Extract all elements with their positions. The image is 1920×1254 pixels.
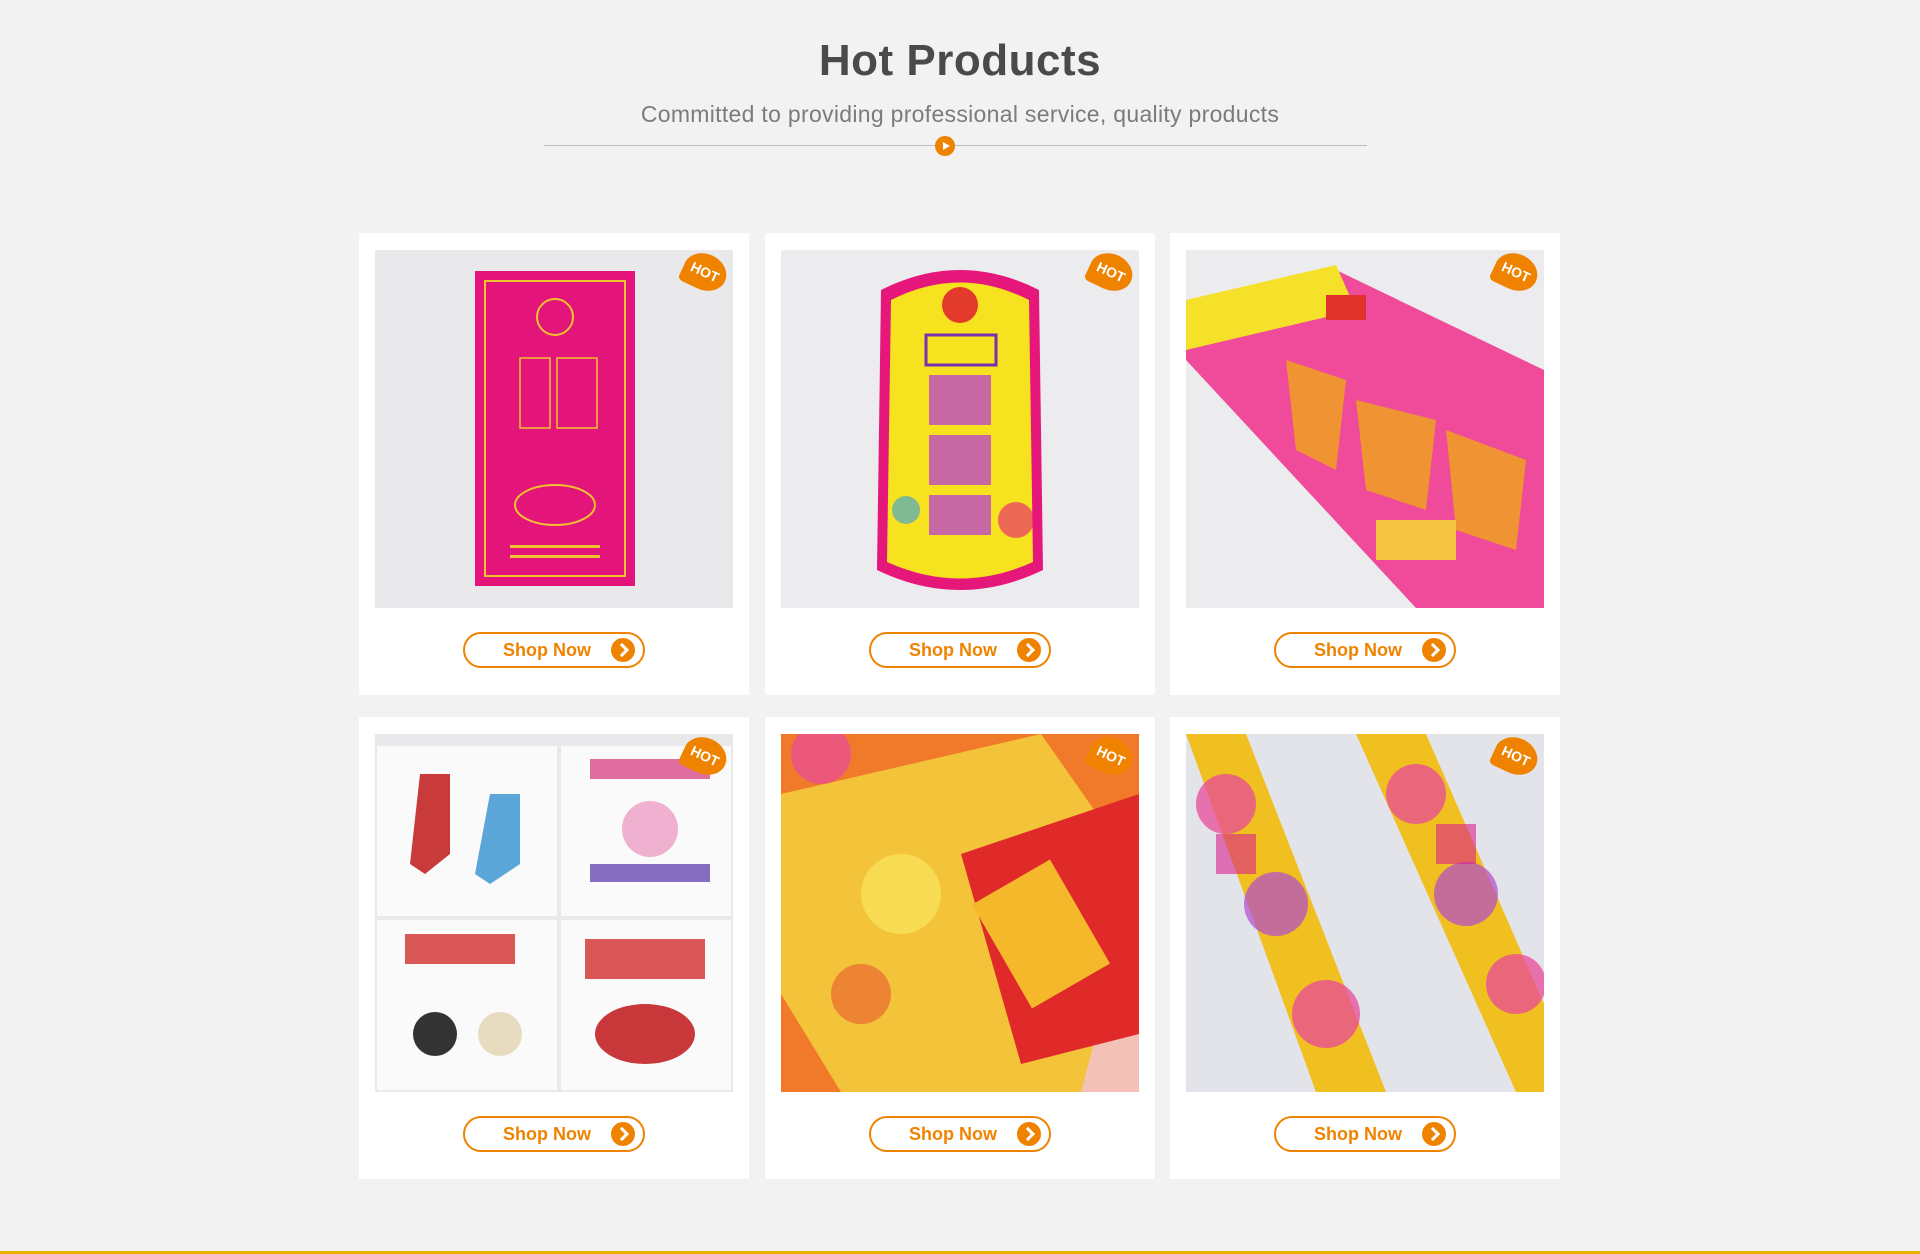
product-image[interactable]: HOT [781,734,1139,1092]
chevron-right-icon [1422,638,1446,662]
section-subtitle: Committed to providing professional serv… [640,101,1280,127]
chevron-right-icon [1017,1122,1041,1146]
shop-now-label: Shop Now [1314,640,1402,660]
shop-now-button[interactable]: Shop Now [463,632,645,668]
chevron-right-icon [611,1122,635,1146]
product-image[interactable]: HOT [1186,734,1544,1092]
chevron-right-icon [1422,1122,1446,1146]
product-image[interactable]: HOT [375,734,733,1092]
shop-now-button[interactable]: Shop Now [869,1116,1051,1152]
shop-now-button[interactable]: Shop Now [1274,632,1456,668]
chevron-right-icon [1017,638,1041,662]
title-divider [544,145,1367,146]
product-card[interactable]: HOT Shop Now [1170,717,1560,1179]
product-image[interactable]: HOT [1186,250,1544,608]
product-card[interactable]: HOT Shop Now [359,233,749,695]
shop-now-label: Shop Now [503,640,591,660]
product-image[interactable]: HOT [375,250,733,608]
play-arrow-icon [935,136,955,156]
shop-now-label: Shop Now [909,640,997,660]
shop-now-button[interactable]: Shop Now [869,632,1051,668]
product-card[interactable]: HOT Shop Now [359,717,749,1179]
shop-now-button[interactable]: Shop Now [463,1116,645,1152]
shop-now-label: Shop Now [503,1124,591,1144]
product-card[interactable]: HOT Shop Now [765,717,1155,1179]
product-card[interactable]: HOT Shop Now [1170,233,1560,695]
shop-now-button[interactable]: Shop Now [1274,1116,1456,1152]
product-image[interactable]: HOT [781,250,1139,608]
section-title: Hot Products [818,36,1102,85]
chevron-right-icon [611,638,635,662]
product-card[interactable]: HOT Shop Now [765,233,1155,695]
shop-now-label: Shop Now [909,1124,997,1144]
shop-now-label: Shop Now [1314,1124,1402,1144]
